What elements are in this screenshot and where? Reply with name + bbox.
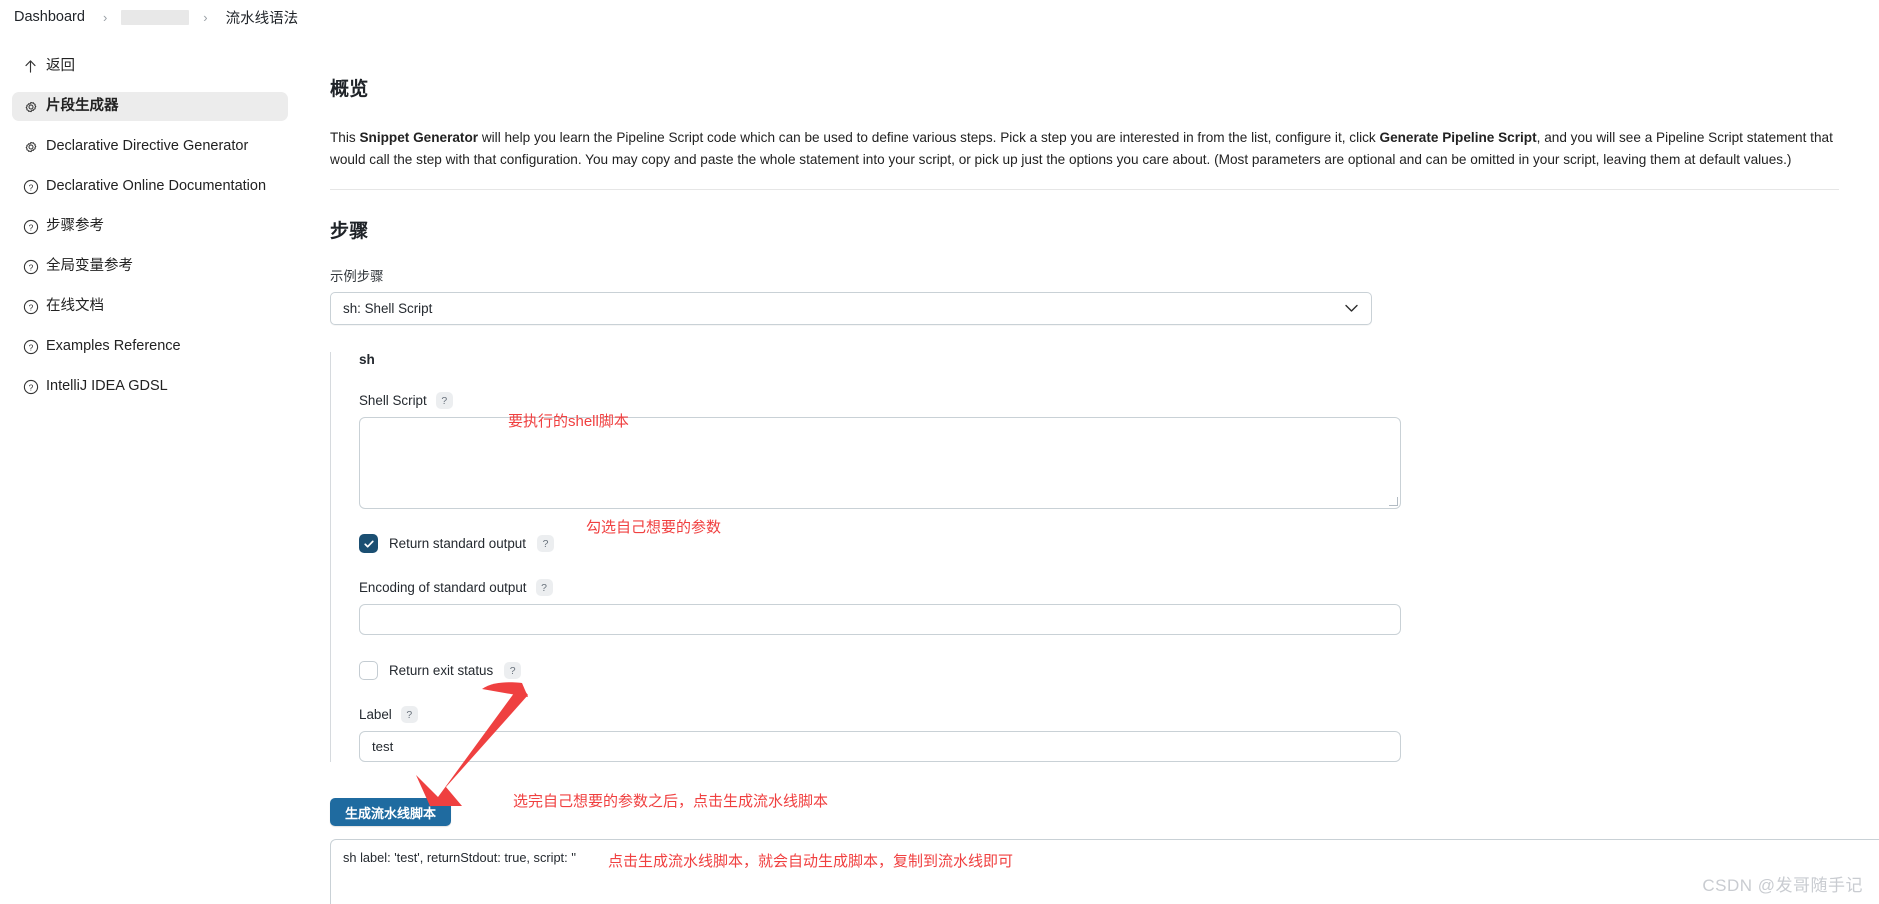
- sidebar-item-online-documentation[interactable]: ? 在线文档: [12, 292, 288, 321]
- sidebar-item-label: IntelliJ IDEA GDSL: [46, 378, 168, 395]
- help-circle-icon: ?: [22, 298, 39, 315]
- shell-script-textarea[interactable]: [359, 417, 1401, 510]
- page-title-overview: 概览: [330, 79, 369, 100]
- watermark: CSDN @发哥随手记: [1702, 876, 1863, 895]
- arrow-up-icon: [22, 58, 39, 75]
- sidebar-item-declarative-online-documentation[interactable]: ? Declarative Online Documentation: [12, 172, 288, 201]
- generated-script-text: sh label: 'test', returnStdout: true, sc…: [343, 850, 577, 866]
- shell-script-label: Shell Script: [359, 393, 427, 409]
- return-standard-output-label: Return standard output: [389, 536, 526, 552]
- help-circle-icon: ?: [22, 338, 39, 355]
- sidebar-item-label: Declarative Directive Generator: [46, 138, 249, 155]
- step-config-form: sh Shell Script ? Return standard output…: [330, 352, 1405, 763]
- help-icon-return-standard-output[interactable]: ?: [536, 535, 554, 553]
- breadcrumb: Dashboard › › 流水线语法: [0, 0, 1879, 34]
- overview-bold-generate-pipeline-script: Generate Pipeline Script: [1379, 130, 1537, 145]
- sidebar-item-label: 片段生成器: [46, 98, 119, 115]
- sidebar-item-examples-reference[interactable]: ? Examples Reference: [12, 332, 288, 361]
- breadcrumb-separator: ›: [102, 9, 108, 25]
- return-standard-output-row: Return standard output ?: [359, 534, 1405, 554]
- breadcrumb-item-current: 流水线语法: [225, 10, 299, 27]
- help-icon-return-exit-status[interactable]: ?: [504, 662, 522, 680]
- step-name: sh: [359, 352, 375, 368]
- svg-text:?: ?: [28, 182, 33, 192]
- breadcrumb-item-dashboard[interactable]: Dashboard: [8, 7, 91, 27]
- sidebar-item-global-variable-reference[interactable]: ? 全局变量参考: [12, 252, 288, 281]
- divider: [330, 189, 1839, 191]
- sidebar-item-snippet-generator[interactable]: 片段生成器: [12, 92, 288, 121]
- svg-text:?: ?: [28, 262, 33, 272]
- sample-step-label: 示例步骤: [330, 269, 384, 285]
- label-field-label: Label: [359, 707, 392, 723]
- label-field-label-row: Label ?: [359, 706, 1405, 724]
- help-circle-icon: ?: [22, 178, 39, 195]
- sidebar-item-intellij-idea-gdsl[interactable]: ? IntelliJ IDEA GDSL: [12, 372, 288, 401]
- return-standard-output-checkbox[interactable]: [359, 534, 378, 554]
- gear-icon: [22, 138, 39, 155]
- generated-script-output[interactable]: sh label: 'test', returnStdout: true, sc…: [330, 839, 1879, 904]
- svg-text:?: ?: [28, 382, 33, 392]
- page-root: Dashboard › › 流水线语法 返回 片段生成器 Declarative…: [0, 0, 1879, 904]
- main-content: 概览 This Snippet Generator will help you …: [300, 34, 1879, 904]
- overview-text-1: This: [330, 130, 360, 145]
- label-field-input[interactable]: test: [359, 731, 1401, 763]
- gear-icon: [22, 98, 39, 115]
- overview-paragraph: This Snippet Generator will help you lea…: [330, 127, 1839, 171]
- sidebar-item-declarative-directive-generator[interactable]: Declarative Directive Generator: [12, 132, 288, 161]
- sample-step-selected-value: sh: Shell Script: [343, 301, 433, 317]
- help-icon-encoding[interactable]: ?: [535, 579, 553, 597]
- sample-step-select[interactable]: sh: Shell Script: [330, 292, 1372, 326]
- help-circle-icon: ?: [22, 218, 39, 235]
- return-exit-status-checkbox[interactable]: [359, 661, 378, 681]
- sidebar-item-label: Declarative Online Documentation: [46, 178, 267, 195]
- sidebar-item-back[interactable]: 返回: [12, 52, 288, 81]
- generate-pipeline-script-button[interactable]: 生成流水线脚本: [330, 798, 452, 827]
- sidebar-item-label: 全局变量参考: [46, 258, 133, 275]
- overview-text-2: will help you learn the Pipeline Script …: [478, 130, 1380, 145]
- encoding-label-row: Encoding of standard output ?: [359, 579, 1405, 597]
- svg-text:?: ?: [28, 342, 33, 352]
- encoding-label: Encoding of standard output: [359, 580, 527, 596]
- shell-script-label-row: Shell Script ?: [359, 392, 1405, 410]
- help-icon-shell-script[interactable]: ?: [435, 392, 453, 410]
- breadcrumb-separator-2: ›: [203, 9, 208, 25]
- section-title-steps: 步骤: [330, 221, 369, 243]
- help-icon-label-field[interactable]: ?: [400, 706, 418, 724]
- sample-step-select-wrap: sh: Shell Script: [330, 292, 1372, 326]
- resize-handle-icon[interactable]: [1389, 497, 1398, 507]
- sidebar-item-label: 返回: [46, 58, 75, 75]
- sidebar-item-label: 步骤参考: [46, 218, 104, 235]
- sidebar-item-step-reference[interactable]: ? 步骤参考: [12, 212, 288, 241]
- svg-text:?: ?: [28, 302, 33, 312]
- sidebar-item-label: Examples Reference: [46, 338, 181, 355]
- help-circle-icon: ?: [22, 378, 39, 395]
- encoding-input[interactable]: [359, 604, 1401, 636]
- svg-text:?: ?: [28, 222, 33, 232]
- sidebar-item-label: 在线文档: [46, 298, 104, 315]
- return-exit-status-label: Return exit status: [389, 663, 494, 679]
- breadcrumb-item-redacted[interactable]: [121, 9, 190, 25]
- sidebar: 返回 片段生成器 Declarative Directive Generator…: [0, 34, 300, 412]
- help-circle-icon: ?: [22, 258, 39, 275]
- return-exit-status-row: Return exit status ?: [359, 661, 1405, 681]
- label-field-value: test: [372, 739, 394, 755]
- overview-bold-snippet-generator: Snippet Generator: [359, 130, 479, 145]
